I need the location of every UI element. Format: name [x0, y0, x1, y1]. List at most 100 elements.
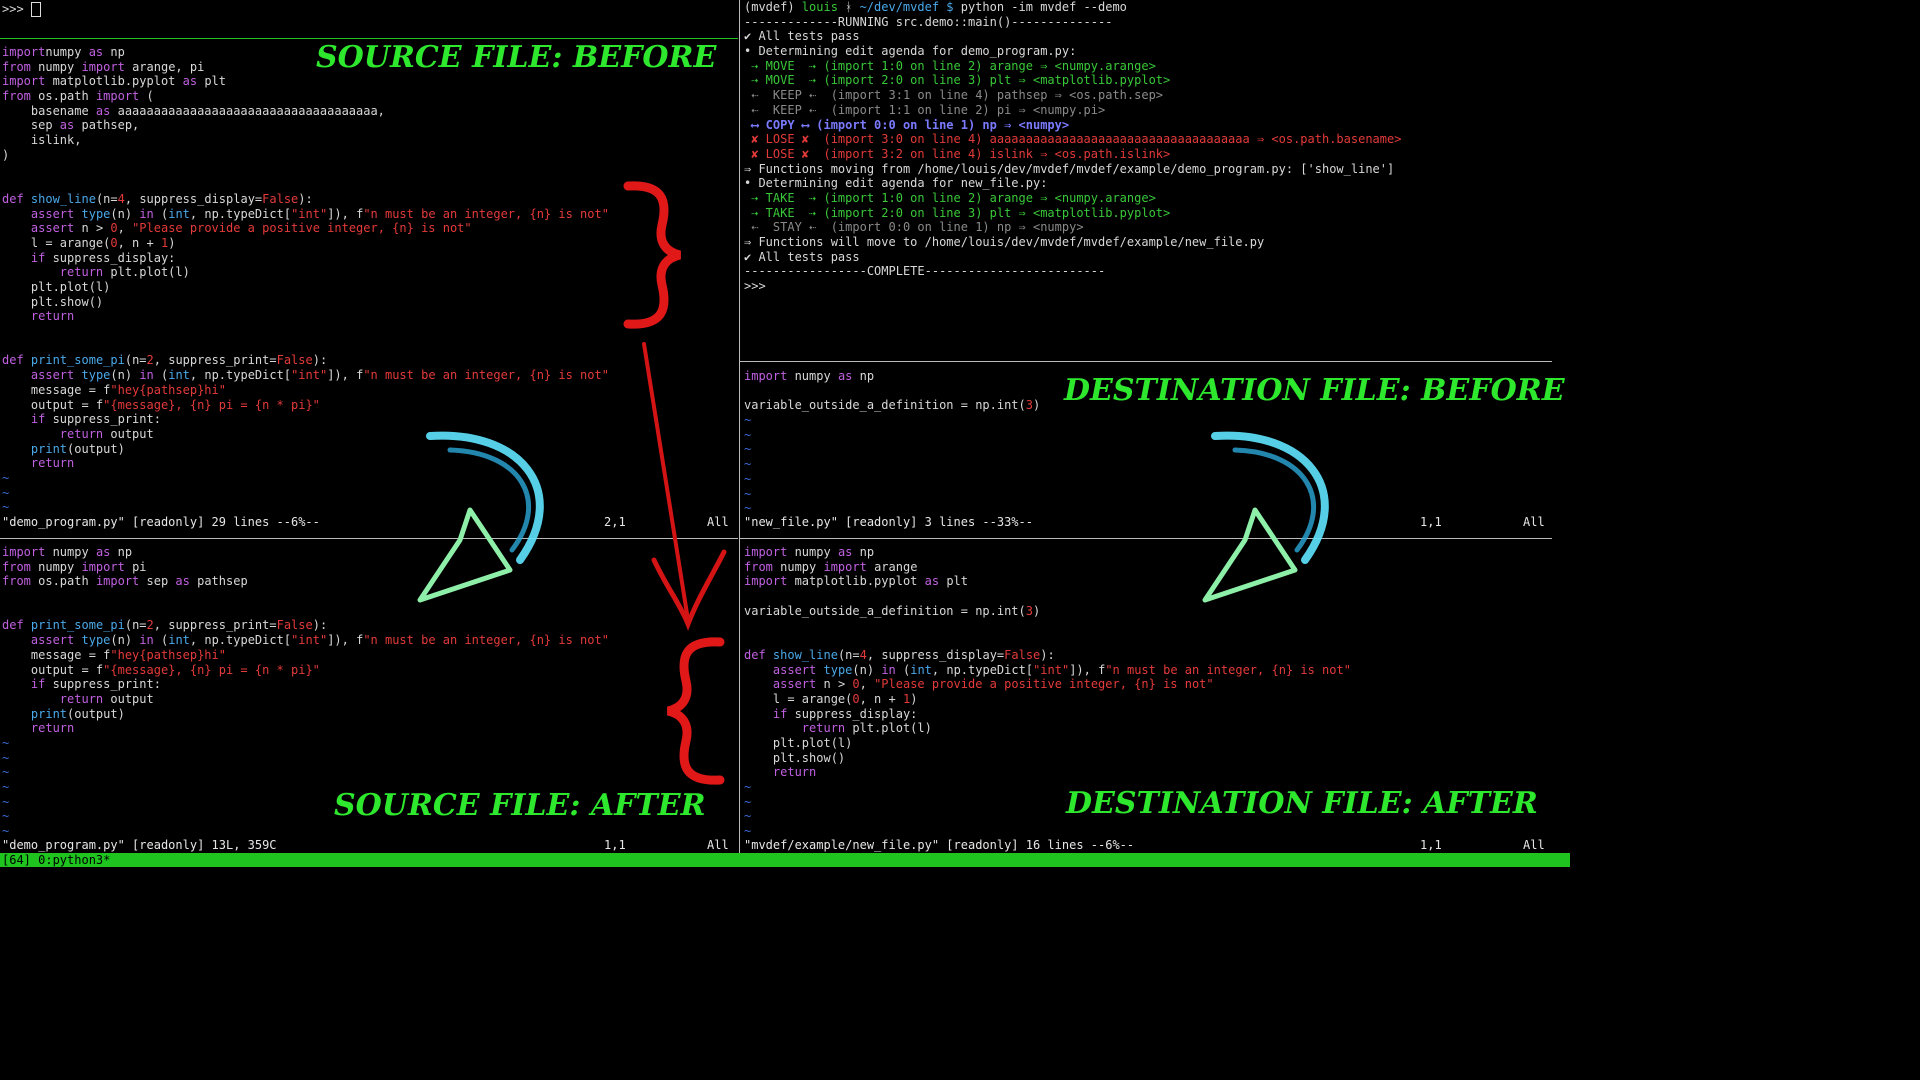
source-before-cursor-pos: 2,1 — [604, 515, 626, 529]
cursor — [30, 2, 41, 17]
code-line: return — [30, 721, 75, 736]
dest-after-status: "mvdef/example/new_file.py" [readonly] 1… — [744, 838, 1135, 852]
code-line: ⇠ KEEP ⇠ (import 1:1 on line 2) pi ⇒ <nu… — [744, 102, 1106, 117]
label-dest-before: DESTINATION FILE: BEFORE — [1064, 373, 1565, 408]
dest-after-scroll: All — [1523, 838, 1545, 852]
code-line: return plt.plot(l) — [801, 721, 932, 736]
code-line: sep as pathsep, — [2, 118, 140, 133]
source-after-status: "demo_program.py" [readonly] 13L, 359C — [2, 838, 277, 852]
code-line: • Determining edit agenda for demo_progr… — [744, 44, 1077, 59]
source-after-cursor-pos: 1,1 — [604, 838, 626, 852]
vertical-divider — [739, 0, 740, 853]
dest-before-status: "new_file.py" [readonly] 3 lines --33%-- — [744, 515, 1033, 529]
code-line: def show_line(n=4, suppress_display=Fals… — [2, 191, 313, 206]
red-brace-bottom-icon — [666, 637, 725, 785]
tmux-status-bar: [64] 0:python3* — [0, 853, 1570, 867]
code-line: l = arange(0, n + 1) — [744, 691, 918, 706]
code-line: ~ — [744, 824, 752, 839]
red-down-arrow-icon — [642, 342, 727, 631]
code-line: (mvdef) louis ᚼ ~/dev/mvdef $ python -im… — [744, 0, 1127, 14]
code-line: print(output) — [30, 706, 125, 721]
red-brace-top-icon — [623, 181, 682, 329]
code-line: ~ — [744, 501, 752, 514]
code-line: ~ — [2, 765, 10, 780]
code-line: ⟷ COPY ⟷ (import 0:0 on line 1) np ⇒ <nu… — [744, 117, 1070, 132]
terminal-output-pane[interactable]: (mvdef) louis ᚼ ~/dev/mvdef $ python -im… — [742, 0, 1568, 358]
code-line: return output — [59, 691, 154, 706]
cyan-curved-arrow-left-icon — [417, 431, 544, 603]
code-line: ~ — [744, 457, 752, 472]
code-line: islink, — [2, 133, 82, 148]
code-line: >>> — [744, 279, 766, 294]
code-line: ~ — [744, 486, 752, 501]
code-line: ) — [2, 147, 10, 162]
code-line: from os.path import ( — [2, 89, 154, 104]
code-line: return — [30, 309, 75, 324]
code-line: ⇒ Functions will move to /home/louis/dev… — [744, 235, 1265, 249]
code-line: output = f"{message}, {n} pi = {n * pi}" — [2, 397, 320, 412]
code-line: ✔ All tests pass — [744, 29, 860, 44]
code-line: ~ — [2, 824, 10, 839]
code-line: plt.plot(l) — [744, 735, 853, 750]
code-line: ✔ All tests pass — [744, 249, 860, 264]
code-line: ~ — [2, 750, 10, 765]
source-before-status: "demo_program.py" [readonly] 29 lines --… — [2, 515, 320, 529]
code-line: message = f"hey{pathsep}hi" — [2, 647, 226, 662]
code-line: assert n > 0, "Please provide a positive… — [30, 221, 472, 236]
terminal-output: (mvdef) louis ᚼ ~/dev/mvdef $ python -im… — [744, 0, 1401, 294]
code-line: if suppress_display: — [772, 706, 918, 721]
code-line: -----------------COMPLETE---------------… — [744, 264, 1106, 279]
code-line: if suppress_display: — [30, 250, 176, 265]
code-line: ⇠ KEEP ⇠ (import 3:1 on line 4) pathsep … — [744, 88, 1164, 103]
code-line: assert type(n) in (int, np.typeDict["int… — [772, 662, 1351, 677]
code-line: import matplotlib.pyplot as plt — [2, 74, 226, 89]
left-horizontal-divider — [0, 538, 738, 539]
dest-before-cursor-pos: 1,1 — [1420, 515, 1442, 529]
code-line: l = arange(0, n + 1) — [2, 235, 176, 250]
code-line: message = f"hey{pathsep}hi" — [2, 382, 226, 397]
code-line: return — [772, 765, 817, 780]
code-line: plt.show() — [2, 294, 104, 309]
prompt-divider — [0, 38, 738, 39]
code-line: basename as aaaaaaaaaaaaaaaaaaaaaaaaaaaa… — [2, 103, 385, 118]
code-line: ⇒ Functions moving from /home/louis/dev/… — [744, 161, 1395, 176]
code-line: assert type(n) in (int, np.typeDict["int… — [30, 206, 609, 221]
code-line: output = f"{message}, {n} pi = {n * pi}" — [2, 662, 320, 677]
code-line: ⇢ MOVE ⇢ (import 1:0 on line 2) arange ⇒… — [744, 58, 1156, 73]
code-line: variable_outside_a_definition = np.int(3… — [744, 398, 1041, 413]
code-line: ~ — [744, 442, 752, 457]
right-top-divider — [740, 361, 1552, 362]
label-dest-after: DESTINATION FILE: AFTER — [1066, 786, 1538, 821]
dest-before-code: import numpy as np variable_outside_a_def… — [744, 369, 1040, 514]
code-line: ⇢ TAKE ⇢ (import 1:0 on line 2) arange ⇒… — [744, 190, 1156, 205]
code-line: if suppress_print: — [30, 677, 161, 692]
prompt-text: >>> — [2, 2, 31, 16]
cyan-curved-arrow-right-icon — [1202, 431, 1329, 603]
python-prompt-pane[interactable]: >>> — [0, 0, 738, 38]
code-line: import numpy as np — [744, 369, 875, 383]
right-horizontal-divider — [740, 538, 1552, 539]
code-line: ✘ LOSE ✘ (import 3:0 on line 4) aaaaaaaa… — [744, 132, 1402, 147]
code-line: ~ — [744, 413, 752, 428]
code-line: def show_line(n=4, suppress_display=Fals… — [744, 647, 1055, 662]
code-line: ✘ LOSE ✘ (import 3:2 on line 4) islink ⇒… — [744, 146, 1171, 161]
code-line: ~ — [744, 427, 752, 442]
code-line: • Determining edit agenda for new_file.p… — [744, 176, 1048, 191]
code-line: plt.show() — [744, 750, 846, 765]
source-after-scroll: All — [707, 838, 729, 852]
code-line: ⇢ TAKE ⇢ (import 2:0 on line 3) plt ⇒ <m… — [744, 205, 1171, 220]
code-line: ~ — [2, 735, 10, 750]
code-line: ⇠ STAY ⇠ (import 0:0 on line 1) np ⇒ <nu… — [744, 220, 1084, 235]
code-line: -------------RUNNING src.demo::main()---… — [744, 14, 1113, 29]
code-line: assert type(n) in (int, np.typeDict["int… — [30, 368, 609, 383]
code-line: return plt.plot(l) — [59, 265, 190, 280]
code-line: ⇢ MOVE ⇢ (import 2:0 on line 3) plt ⇒ <m… — [744, 73, 1171, 88]
label-source-after: SOURCE FILE: AFTER — [334, 788, 706, 823]
